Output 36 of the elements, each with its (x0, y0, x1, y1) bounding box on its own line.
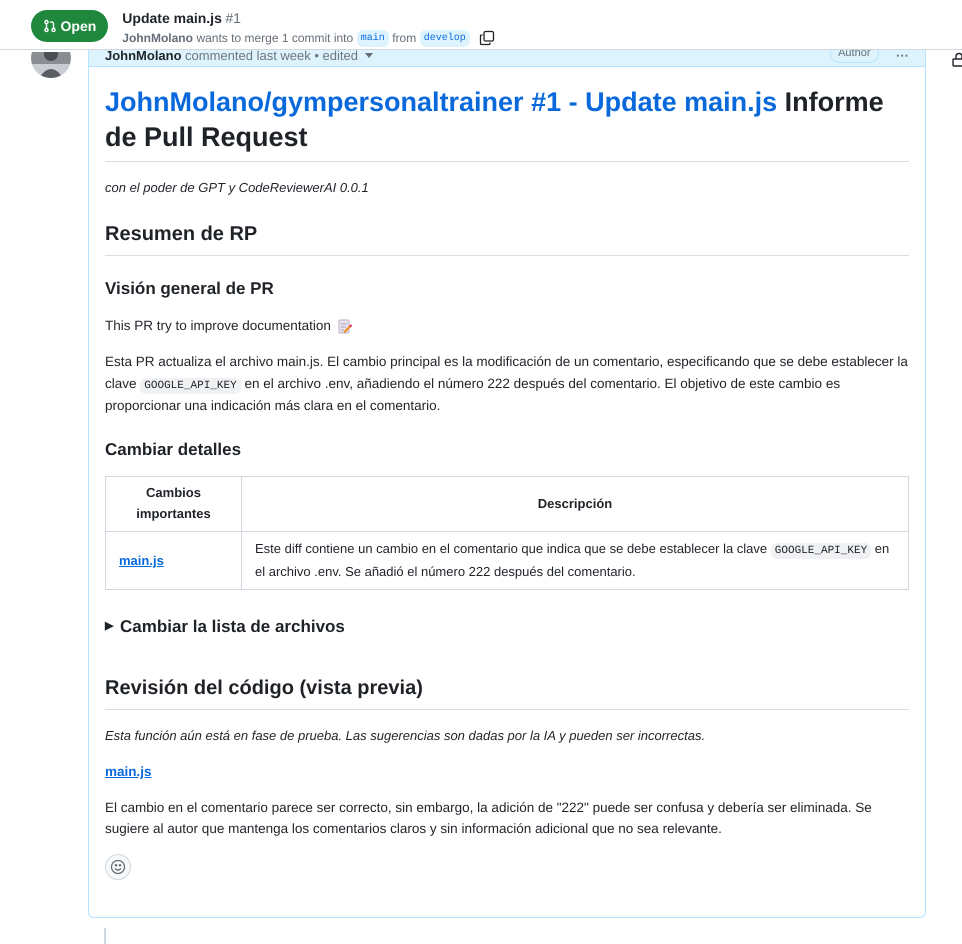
column-header: Descripción (242, 476, 908, 532)
intro-text: This PR try to improve documentation (105, 317, 331, 336)
pull-request-icon (43, 19, 57, 33)
section-heading: Resumen de RP (105, 218, 909, 256)
overview-paragraph: Esta PR actualiza el archivo main.js. El cambio principal es la modificación de un comentario, especificando que se debe establecer la clave GOOGLE_API_KEY en el archivo .env, añadiendo el número 222 después del comentario. El objetivo de este cambio es proporcionar una indicación más clara en el comentario. (105, 353, 909, 416)
pr-link[interactable]: JohnMolano/gympersonaltrainer #1 - Update main.js (105, 87, 778, 117)
merge-text: wants to merge 1 commit into (196, 30, 354, 47)
section-heading: Revisión del código (vista previa) (105, 673, 909, 710)
branch-label[interactable]: develop (420, 30, 470, 46)
column-header: Cambios importantes (106, 476, 242, 532)
status-badge[interactable]: Open (31, 10, 108, 42)
subsection-heading: Cambiar detalles (105, 438, 242, 461)
subsection-heading: Visión general de PR (105, 278, 275, 300)
memo-icon (338, 318, 352, 334)
review-paragraph: El cambio en el comentario parece ser correcto, sin embargo, la adición de "222" puede ser confusa y debería ser eliminada. Se sugiere al autor que mantenga los comentarios claros y sin información adicional que no sea relevante. (105, 798, 873, 838)
review-note: Esta función aún está en fase de prueba. Las sugerencias son dadas por la IA y pueden ser incorrectas. (105, 727, 706, 746)
tagline: con el poder de GPT y CodeReviewerAI 0.0.1 (105, 179, 370, 198)
comment-meta: commented last week • edited (185, 46, 358, 65)
smiley-icon (110, 858, 126, 875)
file-link[interactable]: main.js (119, 552, 164, 568)
comment-author[interactable]: JohnMolano (105, 46, 182, 66)
table-cell: Este diff contiene un cambio en el comentario que indica que se debe establecer la clave GOOGLE_API_KEY en el archivo .env. Se añadió el número 222 después del comentario. (242, 531, 908, 590)
lock-icon[interactable] (952, 52, 962, 68)
branch-label[interactable]: main (356, 30, 389, 46)
emoji-reaction-button[interactable] (105, 854, 131, 880)
avatar[interactable] (31, 52, 71, 78)
pr-number: #1 (225, 9, 241, 28)
more-options-button[interactable]: ··· (896, 46, 909, 66)
file-list-toggle[interactable]: ▶ Cambiar la lista de archivos (105, 614, 909, 640)
pr-title: Update main.js (122, 9, 222, 28)
report-heading: JohnMolano/gympersonaltrainer #1 - Update main.js Informe de Pull Request (105, 85, 909, 162)
copy-icon[interactable] (479, 30, 496, 46)
file-link[interactable]: main.js (105, 764, 152, 780)
author-link[interactable]: JohnMolano (122, 29, 193, 47)
caret-icon[interactable] (365, 52, 374, 58)
from-text: from (392, 30, 416, 47)
